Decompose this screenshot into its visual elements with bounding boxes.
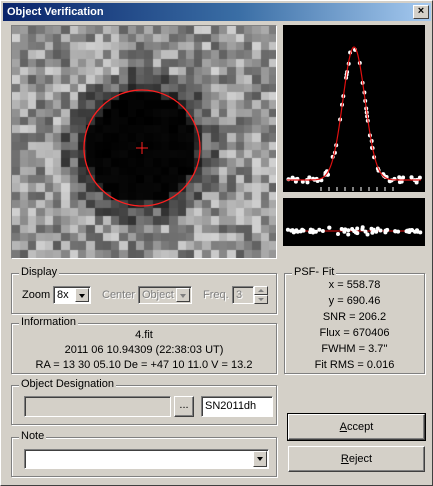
display-group: Display Zoom 8x Center Object Freq. 3 [11,266,277,314]
residual-data-point [317,227,322,232]
psf-data-point [397,180,402,185]
information-group-label: Information [19,316,79,329]
object-verification-window: Object Verification × Display Zoom 8x Ce… [0,0,433,486]
info-coordinates: RA = 13 30 05.10 De = +47 10 11.0 V = 13… [35,359,253,371]
psf-data-point [417,175,422,180]
residual-data-point [365,232,370,237]
chevron-down-icon[interactable] [253,451,267,467]
accept-button[interactable]: Accept [287,413,426,441]
residual-data-point [285,227,290,232]
accept-accelerator: A [339,421,348,433]
display-group-label: Display [19,266,60,279]
psf-residual-plot [283,198,425,246]
residual-data-point [346,232,351,237]
psf-fit-group-label: PSF- Fit [292,266,337,279]
spin-up-icon[interactable] [254,286,268,295]
psf-profile-plot [283,25,425,192]
residual-data-point [393,229,398,234]
residual-data-point [336,232,340,236]
reject-label: eject [348,453,373,465]
residual-data-point [413,229,417,234]
residual-data-point [360,225,365,230]
zoom-select[interactable]: 8x [53,286,91,304]
designation-group-label: Object Designation [19,378,116,391]
browse-button[interactable]: ... [174,396,194,417]
target-marker-overlay [83,89,201,207]
residual-data-point [342,229,347,234]
psf-data-point [286,177,291,182]
spin-down-icon[interactable] [254,295,268,304]
center-value: Object [142,289,174,301]
chevron-down-icon[interactable] [176,288,190,302]
freq-input[interactable]: 3 [232,286,254,304]
close-icon[interactable]: × [413,5,429,19]
note-group-label: Note [19,430,47,443]
psf-fwhm: FWHM = 3.7'' [321,343,388,355]
object-name-value: SN2011dh [205,400,257,412]
residual-data-point [320,229,325,233]
object-name-input[interactable]: SN2011dh [201,396,273,417]
residual-data-point [301,228,306,233]
note-select[interactable] [24,449,269,469]
freq-label: Freq. [203,289,229,301]
psf-data-point [307,175,312,180]
psf-y: y = 690.46 [328,295,381,307]
psf-x: x = 558.78 [328,279,381,291]
accept-label: ccept [347,421,374,433]
residual-data-point [327,225,332,230]
residual-data-point [353,230,358,235]
reject-button[interactable]: Reject [288,446,425,472]
center-label: Center [102,289,136,301]
psf-data-point [305,180,310,185]
residual-data-point [346,228,351,233]
catalog-designation-field[interactable] [24,396,171,417]
psf-data-point [414,180,419,185]
psf-fit-rms: Fit RMS = 0.016 [314,359,395,371]
freq-value: 3 [236,289,243,301]
psf-data-point [290,175,295,180]
residual-data-point [369,226,374,231]
note-group: Note [11,430,277,477]
psf-flux: Flux = 670406 [319,327,390,339]
psf-snr: SNR = 206.2 [322,311,387,323]
center-select[interactable]: Object [138,286,192,304]
psf-data-point [409,175,414,180]
freq-spinner[interactable] [254,286,268,304]
psf-fit-group: PSF- Fit x = 558.78 y = 690.46 SNR = 206… [284,266,425,374]
residual-data-point [292,229,297,234]
psf-axis-ticks [320,187,394,191]
psf-data-points [286,47,422,185]
zoom-value: 8x [57,289,69,301]
psf-fit-curve [287,46,421,181]
zoom-label: Zoom [22,289,51,301]
information-group: Information 4.fit 2011 06 10.94309 (22:3… [11,316,277,374]
chevron-down-icon[interactable] [75,288,89,302]
window-title: Object Verification [7,6,104,18]
title-bar: Object Verification × [3,3,431,21]
reject-accelerator: R [340,453,349,465]
residual-data-point [383,228,388,233]
object-designation-group: Object Designation ... SN2011dh [11,378,277,425]
residual-data-point [404,229,409,234]
residual-data-point [418,230,423,235]
info-filename: 4.fit [135,329,153,341]
residual-data-point [311,230,315,235]
star-image-view[interactable] [11,25,277,259]
residual-data-point [355,226,360,231]
info-datetime: 2011 06 10.94309 (22:38:03 UT) [64,344,224,356]
